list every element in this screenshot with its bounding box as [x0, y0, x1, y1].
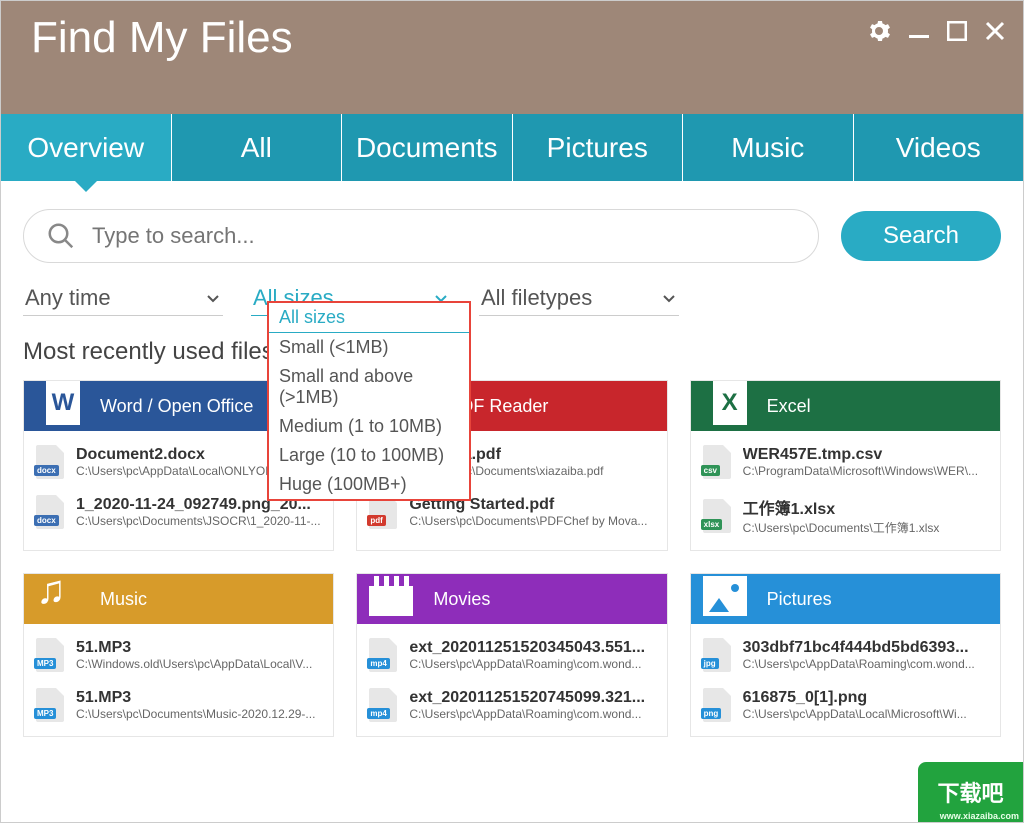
card-title: Excel: [767, 396, 811, 417]
file-name: ext_202011251520345043.551...: [409, 639, 654, 657]
card-body: MP351.MP3C:\Windows.old\Users\pc\AppData…: [24, 624, 333, 736]
gear-icon[interactable]: [867, 19, 891, 48]
category-card: X Excel csv WER457E.tmp.csvC:\ProgramData\M…: [690, 380, 1001, 551]
file-name: WER457E.tmp.csv: [743, 446, 988, 464]
file-path: C:\Users\pc\AppData\Roaming\com.wond...: [409, 657, 654, 671]
card-header: X Excel: [691, 381, 1000, 431]
watermark-url: www.xiazaiba.com: [940, 811, 1019, 821]
file-path: C:\Users\pc\AppData\Local\Microsoft\Wi..…: [743, 707, 988, 721]
tab-videos[interactable]: Videos: [854, 114, 1024, 181]
card-title: Word / Open Office: [100, 396, 253, 417]
size-option[interactable]: Huge (100MB+): [269, 470, 469, 499]
card-header: Pictures: [691, 574, 1000, 624]
close-icon[interactable]: [985, 21, 1005, 46]
file-icon: jpg: [703, 638, 733, 672]
file-row[interactable]: mp4 ext_202011251520345043.551...C:\Users…: [357, 630, 666, 680]
tab-all[interactable]: All: [172, 114, 343, 181]
nav-tabs: OverviewAllDocumentsPicturesMusicVideos: [1, 114, 1023, 181]
movies-icon: [363, 573, 419, 624]
size-option[interactable]: All sizes: [269, 303, 469, 333]
filter-time-label: Any time: [25, 285, 111, 311]
file-category-grid: WWord / Open OfficedocxDocument2.docxC:\…: [1, 366, 1023, 737]
file-row[interactable]: mp4 ext_202011251520745099.321...C:\Users…: [357, 680, 666, 730]
search-field-wrapper[interactable]: [23, 209, 819, 263]
tab-pictures[interactable]: Pictures: [513, 114, 684, 181]
file-row[interactable]: MP3 51.MP3C:\Windows.old\Users\pc\AppData…: [24, 630, 333, 680]
section-title: Most recently used files: [1, 316, 1023, 366]
maximize-icon[interactable]: [947, 21, 967, 46]
filter-row: Any time All sizes All filetypes All siz…: [1, 263, 1023, 316]
file-icon: docx: [36, 445, 66, 479]
category-card: Moviesmp4ext_202011251520345043.551...C:…: [356, 573, 667, 737]
file-icon: MP3: [36, 638, 66, 672]
category-card: Picturesjpg303dbf71bc4f444bd5bd6393...C:…: [690, 573, 1001, 737]
file-row[interactable]: csv WER457E.tmp.csvC:\ProgramData\Microso…: [691, 437, 1000, 487]
pictures-icon: [697, 573, 753, 624]
chevron-down-icon: [205, 290, 221, 306]
music-icon: [30, 573, 86, 624]
file-icon: mp4: [369, 688, 399, 722]
file-icon: mp4: [369, 638, 399, 672]
tab-documents[interactable]: Documents: [342, 114, 513, 181]
category-card: MusicMP351.MP3C:\Windows.old\Users\pc\Ap…: [23, 573, 334, 737]
filter-time[interactable]: Any time: [23, 281, 223, 316]
chevron-down-icon: [661, 290, 677, 306]
card-header: Music: [24, 574, 333, 624]
filter-size-dropdown: All sizesSmall (<1MB)Small and above (>1…: [267, 301, 471, 501]
filter-type[interactable]: All filetypes: [479, 281, 679, 316]
file-name: 51.MP3: [76, 689, 321, 707]
file-name: 工作簿1.xlsx: [743, 495, 988, 519]
search-button[interactable]: Search: [841, 211, 1001, 261]
file-path: C:\Users\pc\Documents\Music-2020.12.29-.…: [76, 707, 321, 721]
file-icon: xlsx: [703, 499, 733, 533]
file-path: C:\Users\pc\Documents\PDFChef by Mova...: [409, 514, 654, 528]
tab-music[interactable]: Music: [683, 114, 854, 181]
file-name: ext_202011251520745099.321...: [409, 689, 654, 707]
file-path: C:\Users\pc\Documents\JSOCR\1_2020-11-..…: [76, 514, 321, 528]
size-option[interactable]: Small and above (>1MB): [269, 362, 469, 412]
filter-type-label: All filetypes: [481, 285, 592, 311]
search-toolbar: Search: [1, 181, 1023, 263]
size-option[interactable]: Small (<1MB): [269, 333, 469, 362]
card-body: jpg303dbf71bc4f444bd5bd6393...C:\Users\p…: [691, 624, 1000, 736]
file-name: 616875_0[1].png: [743, 689, 988, 707]
window-controls: [867, 13, 1005, 48]
file-name: 303dbf71bc4f444bd5bd6393...: [743, 639, 988, 657]
search-icon: [46, 221, 76, 251]
file-path: C:\ProgramData\Microsoft\Windows\WER\...: [743, 464, 988, 478]
card-title: Music: [100, 589, 147, 610]
file-row[interactable]: xlsx 工作簿1.xlsxC:\Users\pc\Documents\工作簿1.…: [691, 487, 1000, 544]
file-icon: MP3: [36, 688, 66, 722]
word-icon: W: [30, 380, 86, 431]
file-icon: png: [703, 688, 733, 722]
tab-overview[interactable]: Overview: [1, 114, 172, 181]
app-title: Find My Files: [31, 13, 867, 63]
watermark: 下载吧 www.xiazaiba.com: [918, 762, 1023, 822]
search-input[interactable]: [92, 223, 796, 249]
file-icon: csv: [703, 445, 733, 479]
file-path: C:\Users\pc\AppData\Roaming\com.wond...: [743, 657, 988, 671]
card-body: mp4ext_202011251520345043.551...C:\Users…: [357, 624, 666, 736]
minimize-icon[interactable]: [909, 21, 929, 46]
file-row[interactable]: MP3 51.MP3C:\Users\pc\Documents\Music-202…: [24, 680, 333, 730]
file-path: C:\Windows.old\Users\pc\AppData\Local\V.…: [76, 657, 321, 671]
excel-icon: X: [697, 380, 753, 431]
card-title: Movies: [433, 589, 490, 610]
file-row[interactable]: jpg 303dbf71bc4f444bd5bd6393...C:\Users\p…: [691, 630, 1000, 680]
file-row[interactable]: png 616875_0[1].pngC:\Users\pc\AppData\Lo…: [691, 680, 1000, 730]
size-option[interactable]: Medium (1 to 10MB): [269, 412, 469, 441]
file-path: C:\Users\pc\AppData\Roaming\com.wond...: [409, 707, 654, 721]
watermark-text: 下载吧: [937, 776, 1003, 808]
file-icon: docx: [36, 495, 66, 529]
size-option[interactable]: Large (10 to 100MB): [269, 441, 469, 470]
file-name: 51.MP3: [76, 639, 321, 657]
card-body: csv WER457E.tmp.csvC:\ProgramData\Microso…: [691, 431, 1000, 550]
card-header: Movies: [357, 574, 666, 624]
title-bar: Find My Files: [1, 1, 1023, 114]
file-path: C:\Users\pc\Documents\工作簿1.xlsx: [743, 519, 988, 536]
card-title: Pictures: [767, 589, 832, 610]
